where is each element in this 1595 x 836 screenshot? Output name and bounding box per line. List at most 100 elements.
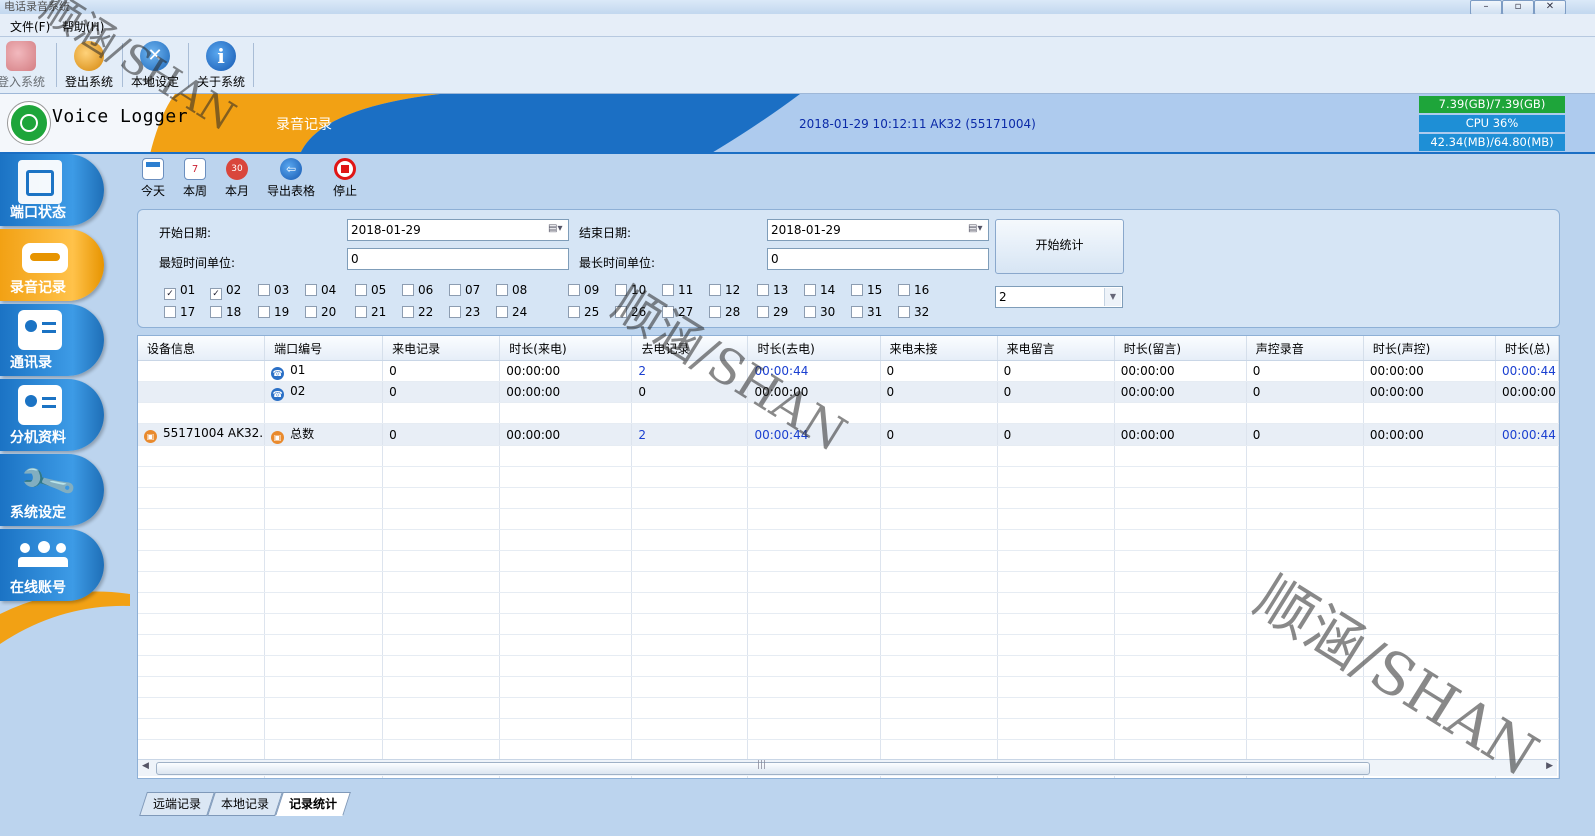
max-duration-input[interactable]: 0 xyxy=(767,248,989,270)
logout-button[interactable]: 登出系统 xyxy=(56,39,122,91)
tab-remote-records[interactable]: 远端记录 xyxy=(139,792,215,816)
port-checkbox-32[interactable]: 32 xyxy=(898,306,929,319)
table-cell: 00:00:00 xyxy=(499,423,633,446)
menu-file[interactable]: 文件(F) xyxy=(10,18,50,35)
table-row[interactable]: ☎ 02 0 00:00:00 0 00:00:00 0 0 00:00:00 0 00:00:00… xyxy=(138,381,1559,403)
column-header[interactable]: 时长(去电) xyxy=(747,336,881,361)
total-row[interactable]: ▣ 55171004 AK32. ▣ 总数 0 00:00:00 2 00:00:44 0 0 00… xyxy=(138,423,1559,446)
port-checkbox-13[interactable]: 13 xyxy=(757,284,788,297)
column-header[interactable]: 时长(来电) xyxy=(499,336,633,361)
start-date-field[interactable]: 2018-01-29 ▤▾ xyxy=(347,219,569,241)
scroll-right-icon[interactable]: ▶ xyxy=(1546,761,1553,771)
port-checkbox-18[interactable]: 18 xyxy=(210,306,241,319)
port-checkbox-28[interactable]: 28 xyxy=(709,306,740,319)
table-row[interactable]: ☎ 01 0 00:00:00 2 00:00:44 0 0 00:00:00 0 00:00:00… xyxy=(138,360,1559,382)
port-checkbox-01[interactable]: ✓ 01 xyxy=(164,284,195,300)
calendar-icon[interactable]: ▤▾ xyxy=(548,224,564,236)
scroll-thumb[interactable]: ||| xyxy=(156,760,1370,775)
checkbox-icon: ✓ xyxy=(164,288,176,300)
local-settings-button[interactable]: ✕ 本地设定 xyxy=(122,39,188,91)
column-header[interactable]: 来电记录 xyxy=(382,336,501,361)
port-checkbox-10[interactable]: 10 xyxy=(615,284,646,297)
column-header[interactable]: 声控录音 xyxy=(1246,336,1364,361)
min-duration-input[interactable]: 0 xyxy=(347,248,569,270)
export-table-button[interactable]: ⇦ 导出表格 xyxy=(267,158,315,199)
column-header[interactable]: 来电留言 xyxy=(997,336,1115,361)
end-date-field[interactable]: 2018-01-29 ▤▾ xyxy=(767,219,989,241)
contacts-icon xyxy=(18,310,62,350)
minimize-button[interactable]: – xyxy=(1470,0,1502,15)
port-checkbox-23[interactable]: 23 xyxy=(449,306,480,319)
port-checkbox-09[interactable]: 09 xyxy=(568,284,599,297)
chevron-down-icon[interactable]: ▼ xyxy=(1104,288,1121,306)
about-button[interactable]: i 关于系统 xyxy=(188,39,254,91)
close-button[interactable]: ✕ xyxy=(1534,0,1566,15)
port-label: 24 xyxy=(512,305,528,319)
nav-system-settings[interactable]: 🔧 系统设定 xyxy=(0,451,104,526)
table-cell: ☎ 01 xyxy=(264,360,384,382)
nav-online-accounts[interactable]: 在线账号 xyxy=(0,529,104,601)
week-button[interactable]: 7 本周 xyxy=(183,158,207,199)
table-cell: 2 xyxy=(631,360,749,382)
port-checkbox-19[interactable]: 19 xyxy=(258,306,289,319)
port-checkbox-11[interactable]: 11 xyxy=(662,284,693,297)
port-checkbox-25[interactable]: 25 xyxy=(568,306,599,319)
port-checkbox-07[interactable]: 07 xyxy=(449,284,480,297)
port-checkbox-08[interactable]: 08 xyxy=(496,284,527,297)
count-select[interactable]: 2 ▼ xyxy=(995,286,1123,308)
port-checkbox-12[interactable]: 12 xyxy=(709,284,740,297)
port-checkbox-15[interactable]: 15 xyxy=(851,284,882,297)
column-header[interactable]: 设备信息 xyxy=(138,336,266,361)
today-button[interactable]: 今天 xyxy=(141,158,165,199)
port-checkbox-03[interactable]: 03 xyxy=(258,284,289,297)
port-checkbox-06[interactable]: 06 xyxy=(402,284,433,297)
column-header[interactable]: 去电记录 xyxy=(631,336,749,361)
stop-button[interactable]: 停止 xyxy=(333,158,357,199)
start-date-label: 开始日期: xyxy=(159,226,212,240)
column-header[interactable]: 来电未接 xyxy=(880,336,998,361)
port-label: 15 xyxy=(867,283,883,297)
calendar-icon[interactable]: ▤▾ xyxy=(968,224,984,236)
port-checkbox-21[interactable]: 21 xyxy=(355,306,386,319)
port-checkbox-02[interactable]: ✓ 02 xyxy=(210,284,241,300)
port-checkbox-26[interactable]: 26 xyxy=(615,306,646,319)
port-label: 01 xyxy=(180,283,196,297)
port-checkbox-04[interactable]: 04 xyxy=(305,284,336,297)
nav-extensions[interactable]: 分机资料 xyxy=(0,379,104,451)
scroll-left-icon[interactable]: ◀ xyxy=(142,761,149,771)
month-button[interactable]: 30 本月 xyxy=(225,158,249,199)
table-cell: 0 xyxy=(382,423,501,446)
tab-record-stats[interactable]: 记录统计 xyxy=(275,792,351,816)
nav-contacts[interactable]: 通讯录 xyxy=(0,304,104,376)
port-checkbox-16[interactable]: 16 xyxy=(898,284,929,297)
port-checkbox-27[interactable]: 27 xyxy=(662,306,693,319)
tab-local-records[interactable]: 本地记录 xyxy=(207,792,283,816)
column-header[interactable]: 时长(留言) xyxy=(1114,336,1247,361)
port-checkbox-29[interactable]: 29 xyxy=(757,306,788,319)
port-checkbox-05[interactable]: 05 xyxy=(355,284,386,297)
horizontal-scrollbar[interactable]: ◀ ||| ▶ xyxy=(138,759,1557,776)
port-checkbox-14[interactable]: 14 xyxy=(804,284,835,297)
nav-recordings[interactable]: 录音记录 xyxy=(0,229,104,301)
port-label: 11 xyxy=(678,283,694,297)
port-checkbox-22[interactable]: 22 xyxy=(402,306,433,319)
column-header[interactable]: 时长(总) xyxy=(1495,336,1559,361)
nav-port-status[interactable]: 端口状态 xyxy=(0,154,104,226)
port-checkbox-31[interactable]: 31 xyxy=(851,306,882,319)
column-header[interactable]: 时长(声控) xyxy=(1363,336,1496,361)
checkbox-icon xyxy=(355,284,367,296)
column-header[interactable]: 端口编号 xyxy=(264,336,384,361)
section-title: 录音记录 xyxy=(276,117,332,133)
port-label: 09 xyxy=(584,283,600,297)
table-row[interactable] xyxy=(138,402,1559,424)
port-checkbox-20[interactable]: 20 xyxy=(305,306,336,319)
port-checkbox-17[interactable]: 17 xyxy=(164,306,195,319)
checkbox-icon xyxy=(851,284,863,296)
start-stats-button[interactable]: 开始统计 xyxy=(995,219,1124,274)
port-checkbox-24[interactable]: 24 xyxy=(496,306,527,319)
port-checkbox-30[interactable]: 30 xyxy=(804,306,835,319)
menu-help[interactable]: 帮助(H) xyxy=(62,18,104,35)
login-button[interactable]: 登入系统 xyxy=(0,39,54,91)
maximize-button[interactable]: ▫ xyxy=(1502,0,1534,15)
table-cell: 0 xyxy=(382,360,501,382)
